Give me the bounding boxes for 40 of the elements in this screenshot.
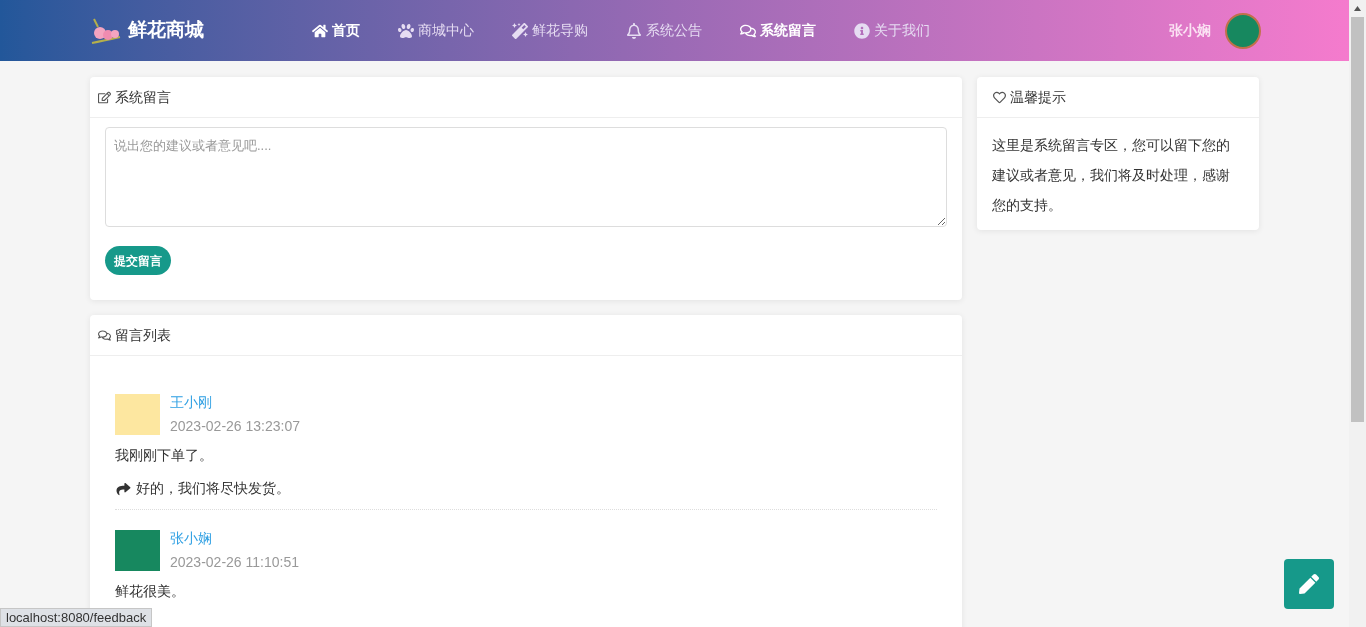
reply-text: 好的，我们将尽快发货。 bbox=[136, 479, 290, 498]
heart-icon bbox=[993, 90, 1007, 104]
card-title: 留言列表 bbox=[115, 325, 171, 345]
nav-link[interactable]: 关于我们 bbox=[854, 20, 930, 41]
tips-text: 这里是系统留言专区，您可以留下您的建议或者意见，我们将及时处理，感谢您的支持。 bbox=[991, 136, 1232, 215]
reply-arrow-icon bbox=[115, 481, 132, 496]
card-title: 温馨提示 bbox=[1010, 87, 1067, 107]
chat-icon bbox=[740, 22, 756, 39]
paw-icon bbox=[398, 22, 414, 39]
home-icon bbox=[312, 22, 328, 39]
info-icon bbox=[854, 22, 870, 39]
author-link[interactable]: 王小刚 bbox=[170, 394, 300, 410]
user-avatar[interactable] bbox=[1225, 12, 1261, 49]
nav-link[interactable]: 商城中心 bbox=[398, 20, 474, 41]
message-time: 2023-02-26 11:10:51 bbox=[170, 554, 299, 570]
scrollbar[interactable] bbox=[1349, 0, 1366, 627]
avatar-placeholder bbox=[115, 530, 160, 571]
author-link[interactable]: 张小娴 bbox=[170, 530, 299, 546]
pencil-icon bbox=[1299, 574, 1319, 594]
message-text: 鲜花很美。 bbox=[115, 582, 186, 601]
message-time: 2023-02-26 13:23:07 bbox=[170, 418, 300, 434]
edit-icon bbox=[98, 90, 111, 104]
nav-link[interactable]: 首页 bbox=[312, 20, 360, 41]
user-name[interactable]: 张小娴 bbox=[1169, 20, 1211, 41]
wand-icon bbox=[512, 22, 528, 39]
edit-float-button[interactable] bbox=[1284, 559, 1334, 609]
submit-button[interactable]: 提交留言 bbox=[105, 246, 171, 275]
card-title: 系统留言 bbox=[115, 87, 171, 107]
scrollbar-thumb[interactable] bbox=[1351, 17, 1364, 422]
bell-icon bbox=[626, 22, 642, 39]
scroll-up-icon[interactable] bbox=[1354, 6, 1361, 11]
status-bar-url: localhost:8080/feedback bbox=[0, 608, 153, 627]
nav-link[interactable]: 系统公告 bbox=[626, 20, 702, 41]
nav-link[interactable]: 鲜花导购 bbox=[512, 20, 588, 41]
chat-icon bbox=[98, 328, 111, 342]
message-input[interactable]: 说出您的建议或者意见吧.... bbox=[105, 127, 948, 227]
nav-link[interactable]: 系统留言 bbox=[740, 20, 816, 41]
avatar-placeholder bbox=[115, 394, 160, 435]
message-text: 我刚刚下单了。 bbox=[115, 446, 214, 465]
brand-name[interactable]: 鲜花商城 bbox=[128, 16, 204, 45]
